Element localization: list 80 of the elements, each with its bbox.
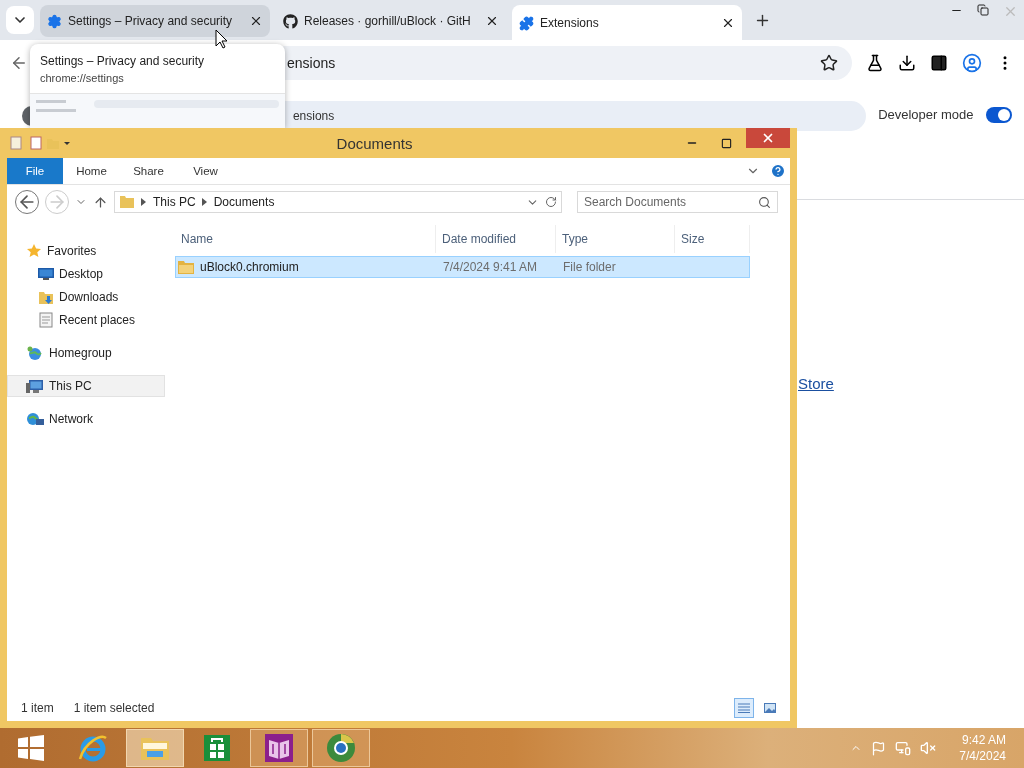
navigation-label: Homegroup xyxy=(49,346,112,360)
help-icon[interactable] xyxy=(770,163,786,179)
profile-icon[interactable] xyxy=(962,52,982,73)
globe-icon[interactable] xyxy=(325,732,357,764)
file-menu-tab[interactable]: File xyxy=(7,158,63,184)
developer-mode-toggle[interactable] xyxy=(985,107,1012,123)
globe-icon xyxy=(26,345,44,361)
flask-icon[interactable] xyxy=(866,53,884,72)
breadcrumb-item[interactable]: This PC xyxy=(153,195,196,209)
close-icon[interactable] xyxy=(485,14,499,28)
taskbar-button[interactable] xyxy=(126,729,184,767)
navigation-label: Downloads xyxy=(59,290,119,304)
network-icon xyxy=(26,411,44,427)
navigation-label: Recent places xyxy=(59,313,136,327)
restore-icon[interactable] xyxy=(977,4,989,16)
browser-tab[interactable]: Releases · gorhill/uBlock · GitH xyxy=(276,5,506,37)
column-header[interactable]: Date modified xyxy=(436,225,556,253)
developer-mode-label: Developer mode xyxy=(878,107,974,122)
ribbon-tab[interactable]: Share xyxy=(120,158,177,184)
navigation-item[interactable]: This PC xyxy=(7,375,165,397)
close-button[interactable] xyxy=(746,128,790,148)
navigation-label: Favorites xyxy=(47,244,97,258)
puzzle-icon xyxy=(519,15,534,31)
start-icon[interactable] xyxy=(18,735,44,761)
refresh-icon[interactable] xyxy=(545,196,557,208)
details-view-button[interactable] xyxy=(734,698,754,718)
side-panel-icon[interactable] xyxy=(930,53,948,72)
status-text: 1 item selected xyxy=(73,701,155,715)
maximize-icon[interactable] xyxy=(720,137,732,149)
folder-icon xyxy=(119,194,135,210)
close-icon[interactable] xyxy=(249,14,263,28)
taskbar-button[interactable] xyxy=(250,729,308,767)
computer-icon xyxy=(26,378,44,394)
folder-icon xyxy=(178,260,194,274)
document-icon xyxy=(38,312,54,328)
navigation-item[interactable]: Network xyxy=(7,408,165,430)
file-name: uBlock0.chromium xyxy=(200,260,299,274)
column-header[interactable]: Type xyxy=(556,225,675,253)
download-icon[interactable] xyxy=(898,53,916,72)
browser-tab[interactable]: Settings – Privacy and security xyxy=(40,5,270,37)
taskbar-button[interactable] xyxy=(312,729,370,767)
column-header[interactable]: Size xyxy=(675,225,750,253)
navigation-item[interactable]: Homegroup xyxy=(7,342,165,364)
file-row[interactable]: uBlock0.chromium 7/4/2024 9:41 AM File folder xyxy=(175,256,750,278)
navigation-item[interactable]: Desktop xyxy=(7,263,165,285)
breadcrumb-item[interactable]: Documents xyxy=(213,195,275,209)
browser-tab[interactable]: Extensions xyxy=(512,5,742,41)
navigation-label: Desktop xyxy=(59,267,104,281)
up-icon[interactable] xyxy=(93,194,108,210)
folder-icon xyxy=(38,289,54,305)
chevron-icon xyxy=(141,198,147,206)
close-icon[interactable] xyxy=(721,16,735,30)
book-icon[interactable] xyxy=(263,732,295,764)
status-text: 1 item xyxy=(21,701,54,715)
store-link[interactable]: Store xyxy=(798,375,834,392)
navigation-item[interactable]: Recent places xyxy=(7,309,165,331)
ribbon-tab[interactable]: Home xyxy=(63,158,120,184)
bookmark-star-icon[interactable] xyxy=(820,53,838,72)
monitor-icon xyxy=(38,267,54,281)
shopping-bag-icon[interactable] xyxy=(201,732,233,764)
star-icon xyxy=(26,243,42,259)
search-icon xyxy=(758,195,771,209)
close-icon xyxy=(761,131,775,145)
ribbon-tab[interactable]: View xyxy=(177,158,234,184)
navigation-item[interactable]: Downloads xyxy=(7,286,165,308)
cat-logo-icon xyxy=(283,13,298,29)
navigation-label: Network xyxy=(49,412,93,426)
window-title: Documents xyxy=(335,134,414,152)
navigation-label: This PC xyxy=(49,379,92,393)
search-field[interactable]: Search Documents xyxy=(577,191,778,213)
picture-icon xyxy=(764,703,776,713)
navigation-item[interactable]: Favorites xyxy=(7,240,165,262)
list-icon xyxy=(738,703,750,713)
date-cell-text: 7/4/2024 9:41 AM xyxy=(442,259,539,276)
column-header[interactable]: Name xyxy=(175,225,436,253)
address-field[interactable]: This PC Documents xyxy=(114,191,562,213)
gear-icon xyxy=(47,13,62,29)
type-cell-text: File folder xyxy=(562,259,617,276)
chevron-icon xyxy=(201,198,208,206)
hover-card-title: Settings – Privacy and security xyxy=(40,54,206,68)
